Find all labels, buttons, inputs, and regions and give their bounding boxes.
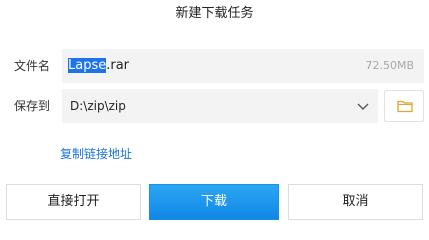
dialog-title: 新建下载任务 [175,6,254,21]
save-to-label: 保存到 [14,99,51,113]
browse-folder-button[interactable] [384,90,424,122]
filename-label: 文件名 [14,59,51,73]
save-path-value: D:\zip\zip [70,99,126,113]
filename-field[interactable]: Lapse.rar 72.50MB [62,49,424,83]
save-path-dropdown[interactable]: D:\zip\zip [62,89,378,123]
chevron-down-icon[interactable] [356,99,370,113]
folder-icon [397,100,413,113]
download-button[interactable]: 下载 [149,184,279,220]
open-directly-button[interactable]: 直接打开 [6,184,141,220]
filename-extension-text: .rar [106,58,130,73]
filename-value[interactable]: Lapse.rar [68,58,129,74]
filename-selected-text: Lapse [68,58,107,73]
cancel-button[interactable]: 取消 [288,184,423,220]
file-size: 72.50MB [365,59,414,72]
copy-link-address[interactable]: 复制链接地址 [60,146,132,162]
